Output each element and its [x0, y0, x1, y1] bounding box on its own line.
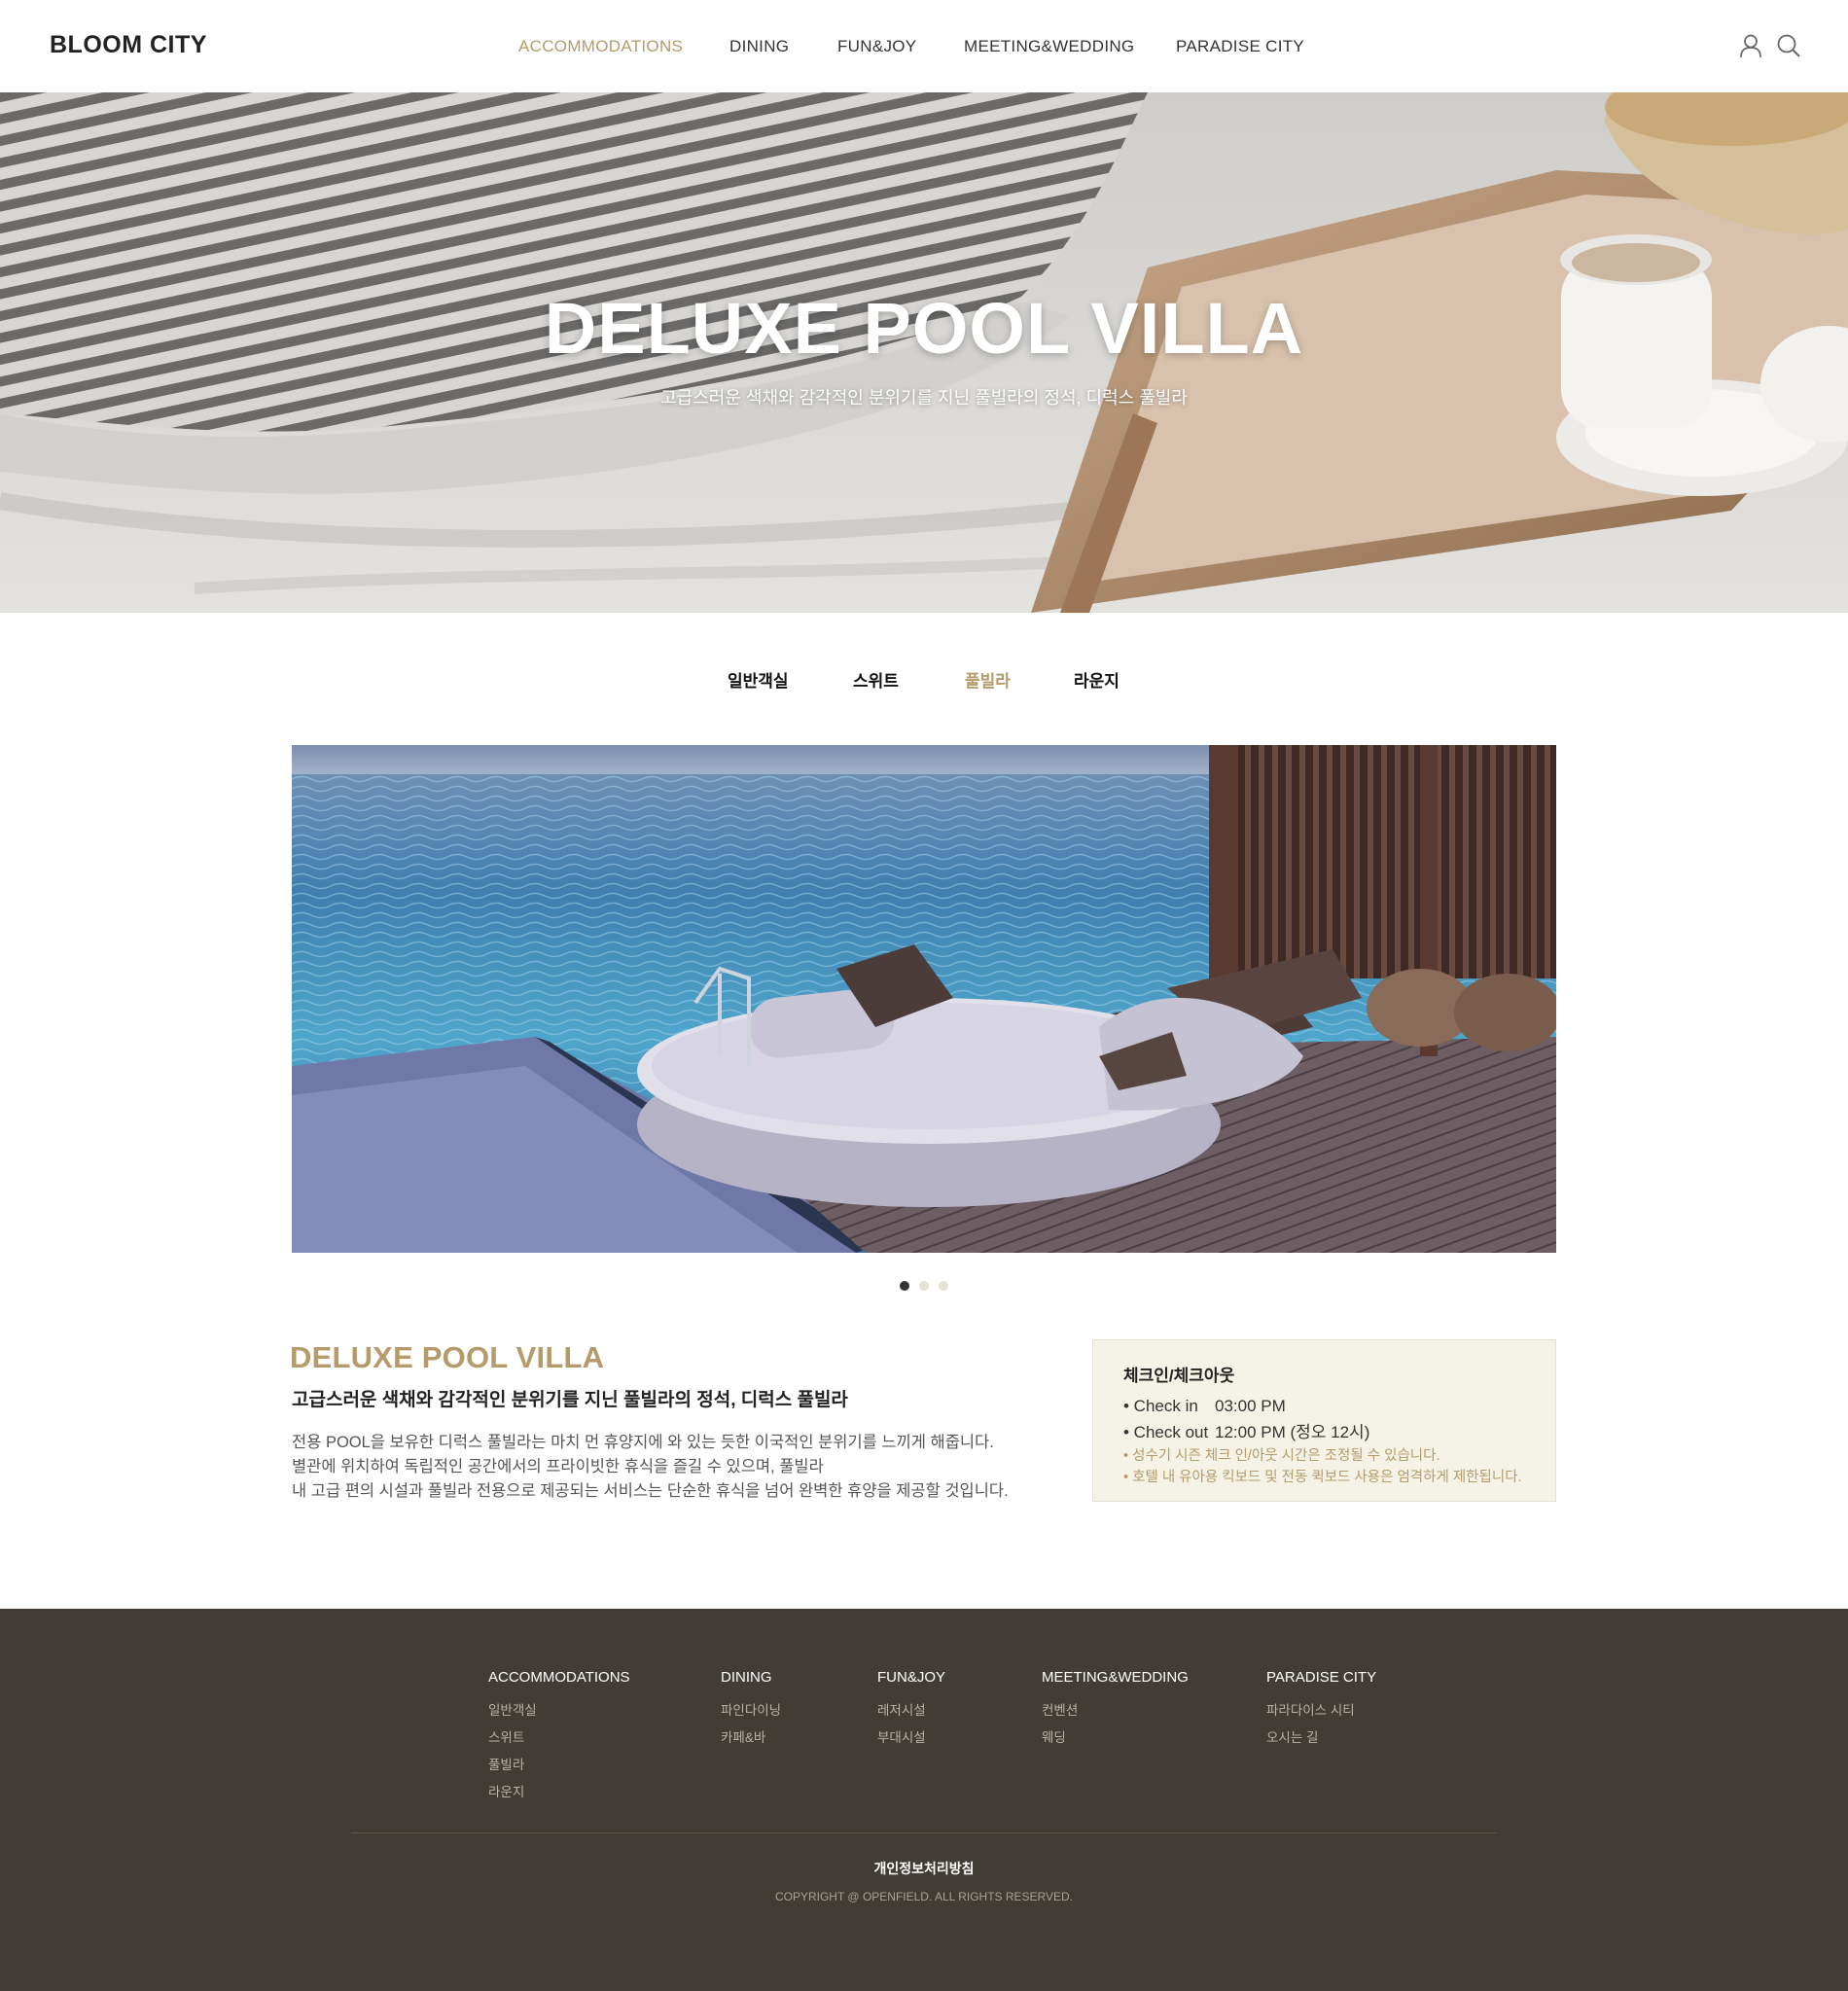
footer-title-paradise-city[interactable]: PARADISE CITY	[1266, 1669, 1376, 1686]
checkout-time: 12:00 PM (정오 12시)	[1215, 1423, 1370, 1441]
footer-link-lounge[interactable]: 라운지	[488, 1781, 524, 1800]
room-description-line-1: 전용 POOL을 보유한 디럭스 풀빌라는 마치 먼 휴양지에 와 있는 듯한 …	[292, 1434, 994, 1451]
footer-title-accommodations[interactable]: ACCOMMODATIONS	[488, 1669, 630, 1686]
nav-dining[interactable]: DINING	[729, 37, 789, 56]
footer-link-suite[interactable]: 스위트	[488, 1726, 524, 1746]
hero-subtitle: 고급스러운 색채와 감각적인 분위기를 지닌 풀빌라의 정석, 디럭스 풀빌라	[660, 388, 1188, 408]
nav-meeting-wedding[interactable]: MEETING&WEDDING	[964, 37, 1134, 56]
checkin-note-1: • 성수기 시즌 체크 인/아웃 시간은 조정될 수 있습니다.	[1123, 1448, 1440, 1464]
nav-fun-joy[interactable]: FUN&JOY	[837, 37, 916, 56]
checkin-time: 03:00 PM	[1215, 1397, 1286, 1415]
footer-title-fun-joy[interactable]: FUN&JOY	[877, 1669, 945, 1686]
footer-link-convention[interactable]: 컨벤션	[1042, 1699, 1078, 1719]
checkin-row: • Check in 03:00 PM	[1123, 1397, 1286, 1416]
slider-dot-3[interactable]	[939, 1281, 948, 1291]
footer-divider	[351, 1832, 1497, 1833]
footer-link-directions[interactable]: 오시는 길	[1266, 1726, 1318, 1746]
pool-villa-photo	[292, 745, 1556, 1253]
tab-lounge[interactable]: 라운지	[1074, 667, 1119, 692]
nav-paradise-city[interactable]: PARADISE CITY	[1176, 37, 1304, 56]
footer-link-facilities[interactable]: 부대시설	[877, 1726, 926, 1746]
room-subtitle: 고급스러운 색채와 감각적인 분위기를 지닌 풀빌라의 정석, 디럭스 풀빌라	[292, 1390, 848, 1410]
room-description-line-3: 내 고급 편의 시설과 풀빌라 전용으로 제공되는 서비스는 단순한 휴식을 넘…	[292, 1482, 1009, 1500]
copyright-text: COPYRIGHT @ OPENFIELD. ALL RIGHTS RESERV…	[774, 1890, 1074, 1903]
room-image-slider[interactable]	[292, 745, 1556, 1253]
slider-dot-2[interactable]	[919, 1281, 929, 1291]
main-nav: ACCOMMODATIONS DINING FUN&JOY MEETING&WE…	[0, 37, 1848, 56]
checkin-title: 체크인/체크아웃	[1123, 1367, 1235, 1385]
footer-link-standard-room[interactable]: 일반객실	[488, 1699, 537, 1719]
checkout-label: • Check out	[1123, 1423, 1209, 1441]
footer-link-fine-dining[interactable]: 파인다이닝	[721, 1699, 781, 1719]
checkout-row: • Check out 12:00 PM (정오 12시)	[1123, 1418, 1369, 1442]
room-description-line-2: 별관에 위치하여 독립적인 공간에서의 프라이빗한 휴식을 즐길 수 있으며, …	[292, 1458, 824, 1475]
footer-link-paradise-city[interactable]: 파라다이스 시티	[1266, 1699, 1355, 1719]
checkin-label: • Check in	[1123, 1397, 1198, 1415]
site-footer: ACCOMMODATIONS 일반객실 스위트 풀빌라 라운지 DINING 파…	[0, 1609, 1848, 1991]
room-title: DELUXE POOL VILLA	[290, 1340, 605, 1374]
hero-title: DELUXE POOL VILLA	[544, 288, 1304, 369]
tab-standard-room[interactable]: 일반객실	[728, 667, 789, 692]
tab-suite[interactable]: 스위트	[853, 667, 899, 692]
site-header: BLOOM CITY ACCOMMODATIONS DINING FUN&JOY…	[0, 0, 1848, 92]
slider-dot-1[interactable]	[900, 1281, 909, 1291]
search-icon[interactable]	[1776, 33, 1801, 58]
checkin-note-2: • 호텔 내 유아용 킥보드 및 전동 퀵보드 사용은 엄격하게 제한됩니다.	[1123, 1470, 1522, 1485]
footer-link-leisure[interactable]: 레저시설	[877, 1699, 926, 1719]
footer-link-wedding[interactable]: 웨딩	[1042, 1726, 1066, 1746]
footer-link-cafe-bar[interactable]: 카페&바	[721, 1726, 765, 1746]
footer-link-pool-villa[interactable]: 풀빌라	[488, 1754, 524, 1773]
tab-pool-villa[interactable]: 풀빌라	[965, 667, 1011, 692]
privacy-policy-link[interactable]: 개인정보처리방침	[0, 1859, 1848, 1878]
user-icon[interactable]	[1738, 33, 1763, 58]
checkin-checkout-panel: 체크인/체크아웃 • Check in 03:00 PM • Check out 1…	[1092, 1339, 1556, 1502]
footer-title-dining[interactable]: DINING	[721, 1669, 772, 1686]
nav-accommodations[interactable]: ACCOMMODATIONS	[518, 37, 683, 56]
hero-banner: DELUXE POOL VILLA 고급스러운 색채와 감각적인 분위기를 지닌…	[0, 92, 1848, 613]
footer-title-meeting-wedding[interactable]: MEETING&WEDDING	[1042, 1669, 1189, 1686]
